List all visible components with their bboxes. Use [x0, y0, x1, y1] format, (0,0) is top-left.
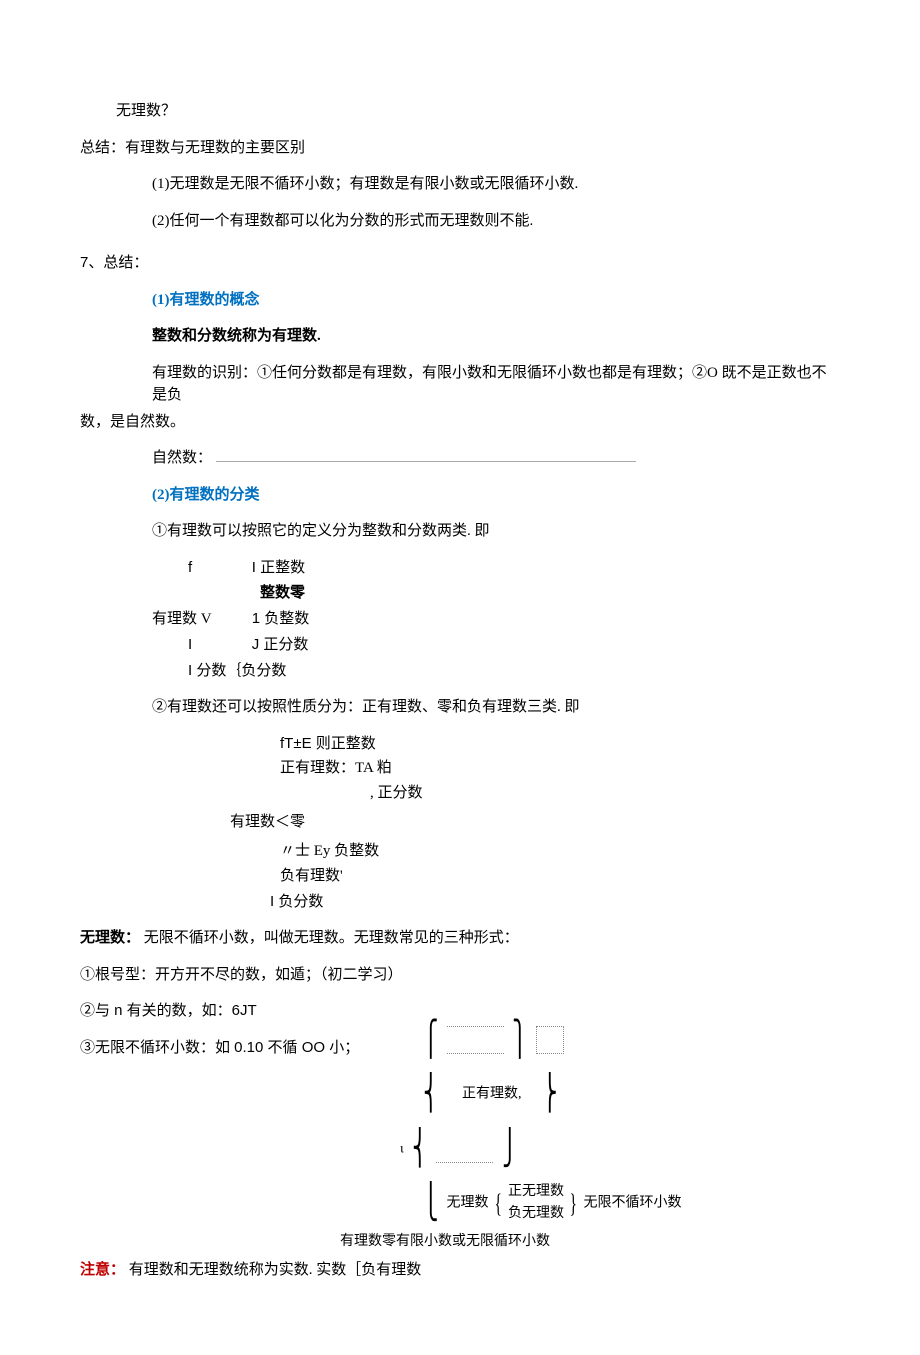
classification-2-intro: ②有理数还可以按照性质分为：正有理数、零和负有理数三类. 即: [80, 696, 840, 719]
tree1-r4a: I: [188, 634, 248, 655]
brace-icon: ⎧: [423, 1013, 438, 1067]
brace-icon: ⎫: [512, 1013, 527, 1067]
brace-icon: ⎨: [412, 1122, 427, 1176]
concept-1-definition: 整数和分数统称为有理数.: [80, 325, 840, 348]
summary-heading: 总结：有理数与无理数的主要区别: [80, 137, 840, 160]
dotted-box-top: [447, 1026, 504, 1054]
tree1-row2: 整数零: [80, 583, 840, 604]
iota-symbol: ι: [400, 1141, 404, 1156]
tree1-row1: f I 正整数: [80, 557, 840, 579]
note-row: 注意： 有理数和无理数统称为实数. 实数［负有理数: [80, 1259, 840, 1282]
irrational-form-1: ①根号型：开方开不尽的数，如遁；（初二学习）: [80, 964, 840, 987]
real-number-figure: ⎧ ⎫ ⎨ 正有理数, ⎬ ι ⎨ ⎭ ⎩ 无理数 { 正无理数: [400, 1013, 840, 1253]
tree2-row4: 有理数＜零: [80, 812, 840, 833]
figure-positive-rational: 正有理数,: [462, 1087, 522, 1102]
note-label: 注意：: [80, 1262, 125, 1278]
tree1-row5: I 分数｛负分数: [80, 660, 840, 683]
figure-rational-zero: 有理数零有限小数或无限循环小数: [340, 1231, 840, 1253]
tree1-r3b: 1 负整数: [252, 610, 310, 627]
brace-icon: }: [570, 1183, 577, 1225]
figure-irrational-label: 无理数: [447, 1196, 489, 1211]
section-7-heading: 7、总结：: [80, 252, 840, 275]
summary-item-1: (1)无理数是无限不循环小数；有理数是有限小数或无限循环小数.: [80, 173, 840, 196]
brace-icon: {: [494, 1183, 501, 1225]
natural-number-row: 自然数：: [80, 447, 840, 470]
dotted-box-bottom: [436, 1135, 493, 1162]
tree2-row6: 负有理数': [80, 866, 840, 887]
dotted-box-small: [536, 1026, 564, 1054]
note-text: 有理数和无理数统称为实数. 实数［负有理数: [129, 1262, 422, 1278]
irrational-text: 无限不循环小数，叫做无理数。无理数常见的三种形式：: [144, 930, 519, 946]
irrational-row: 无理数： 无限不循环小数，叫做无理数。无理数常见的三种形式：: [80, 927, 840, 950]
tree1-r1a: f: [188, 557, 248, 578]
concept-1-detail-line2: 数，是自然数。: [80, 411, 840, 434]
tree2-row3: , 正分数: [80, 783, 840, 804]
brace-icon: ⎭: [502, 1122, 517, 1176]
tree1-r3a: 有理数 V: [152, 609, 248, 630]
blank-underline: [216, 461, 636, 462]
question-text: 无理数？: [80, 100, 840, 123]
tree2-row1: fT±E 则正整数: [80, 733, 840, 754]
tree1-row3: 有理数 V 1 负整数: [80, 608, 840, 630]
brace-icon: ⎩: [423, 1176, 438, 1230]
natural-number-label: 自然数：: [152, 450, 212, 466]
concept-2-title: (2)有理数的分类: [80, 484, 840, 507]
concept-1-title: (1)有理数的概念: [80, 289, 840, 312]
classification-1-intro: ①有理数可以按照它的定义分为整数和分数两类. 即: [80, 520, 840, 543]
figure-irrational-desc: 无限不循环小数: [583, 1196, 681, 1211]
figure-pos-irrational: 正无理数: [508, 1181, 564, 1203]
brace-icon: ⎨: [423, 1067, 438, 1121]
tree1-r1b: I 正整数: [252, 559, 305, 576]
figure-neg-irrational: 负无理数: [508, 1203, 564, 1225]
tree1-r4b: J 正分数: [252, 636, 309, 653]
summary-item-2: (2)任何一个有理数都可以化为分数的形式而无理数则不能.: [80, 210, 840, 233]
tree2-row2: 正有理数：TA 粕: [80, 758, 840, 779]
tree2-row7: I 负分数: [80, 891, 840, 914]
tree2-row5: 〃士 Ey 负整数: [80, 841, 840, 862]
brace-icon: ⎬: [542, 1067, 557, 1121]
concept-1-detail-line1: 有理数的识别：①任何分数都是有理数，有限小数和无限循环小数也都是有理数；②O 既…: [80, 362, 840, 407]
irrational-label: 无理数：: [80, 930, 140, 946]
tree1-row4: I J 正分数: [80, 634, 840, 656]
